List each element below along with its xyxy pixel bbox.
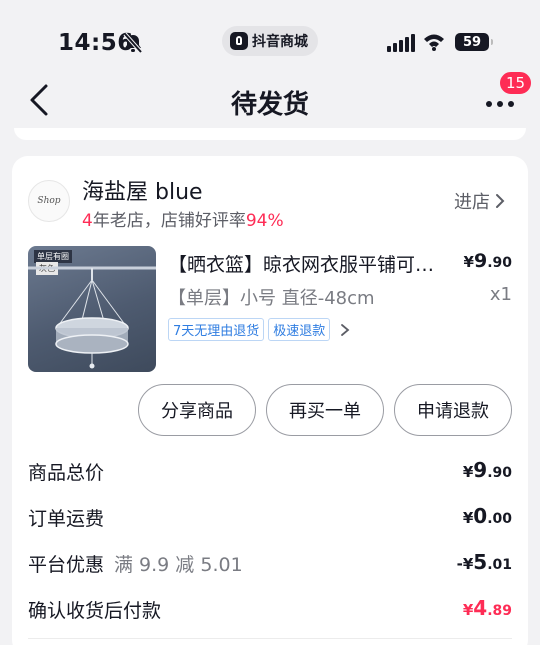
notification-badge: 15 [498, 70, 534, 96]
discount-currency: -¥ [456, 555, 474, 573]
douyin-mall-logo-icon [230, 32, 248, 50]
product-thumbnail[interactable]: 单层有圈 灰色 [28, 246, 156, 372]
page-title: 待发货 [230, 90, 309, 120]
discount-amount: -¥5.01 [457, 550, 512, 574]
shop-avatar-text: Shop [37, 196, 61, 206]
previous-card-edge [14, 128, 526, 140]
shipping-amount: ¥0.00 [463, 504, 512, 528]
battery-indicator: 59 [455, 33, 493, 51]
chevron-right-icon [341, 323, 350, 336]
pay-amount: ¥4.89 [463, 596, 512, 620]
total-amount: ¥9.90 [463, 458, 512, 482]
request-refund-button[interactable]: 申请退款 [394, 384, 512, 436]
product-price-currency: ¥ [463, 253, 474, 271]
bell-off-icon [123, 32, 143, 54]
product-price-int: 9 [473, 250, 488, 272]
wifi-icon [424, 34, 444, 51]
status-bar: 14:56 抖音商城 59 [0, 0, 540, 80]
summary-row-total: 商品总价 ¥9.90 [28, 458, 512, 488]
discount-dec: .01 [487, 557, 512, 573]
discount-label: 平台优惠 [28, 554, 105, 576]
pay-currency: ¥ [462, 601, 474, 619]
battery-level: 59 [462, 34, 482, 50]
product-spec: 【单层】小号 直径-48cm [168, 288, 375, 309]
chevron-right-icon [496, 194, 505, 208]
service-tags[interactable]: 7天无理由退货 极速退款 [168, 318, 352, 341]
product-price: ¥9.90 [464, 250, 512, 272]
shop-name[interactable]: 海盐屋 blue [82, 174, 203, 206]
cellular-signal-icon [387, 34, 415, 52]
tag-fast-refund: 极速退款 [268, 318, 331, 341]
shipping-label: 订单运费 [28, 508, 105, 530]
discount-int: 5 [473, 550, 488, 574]
app-indicator-pill[interactable]: 抖音商城 [222, 26, 318, 56]
summary-row-pay: 确认收货后付款 ¥4.89 [28, 596, 512, 626]
product-title[interactable]: 【晒衣篮】晾衣网衣服平铺可晾晒毛衣 [168, 250, 436, 277]
enter-shop-button[interactable]: 进店 [454, 188, 506, 214]
total-label: 商品总价 [28, 462, 105, 484]
enter-shop-label: 进店 [454, 192, 490, 213]
shop-rating: 94% [245, 211, 284, 231]
pay-int: 4 [473, 596, 488, 620]
discount-condition: 满 9.9 减 5.01 [114, 554, 243, 576]
summary-row-discount: 平台优惠满 9.9 减 5.01 -¥5.01 [28, 550, 512, 580]
shipping-currency: ¥ [462, 509, 474, 527]
shop-avatar[interactable]: Shop [28, 180, 70, 222]
order-card: Shop 海盐屋 blue 4年老店，店铺好评率94% 进店 单层有圈 灰色 【… [12, 156, 528, 645]
pay-dec: .89 [487, 603, 512, 619]
discount-label-group: 平台优惠满 9.9 减 5.01 [28, 550, 243, 577]
tag-7-day-return: 7天无理由退货 [168, 318, 265, 341]
shipping-dec: .00 [487, 511, 512, 527]
shop-years-suffix: 年老店，店铺好评率 [92, 211, 246, 231]
total-currency: ¥ [462, 463, 474, 481]
shop-reputation: 4年老店，店铺好评率94% [82, 206, 284, 231]
summary-row-shipping: 订单运费 ¥0.00 [28, 504, 512, 534]
share-product-button[interactable]: 分享商品 [138, 384, 256, 436]
drying-basket-image [28, 266, 156, 369]
shipping-int: 0 [473, 504, 488, 528]
divider [28, 638, 512, 639]
buy-again-button[interactable]: 再买一单 [266, 384, 384, 436]
shop-years: 4 [82, 211, 93, 231]
product-quantity: x1 [489, 284, 512, 305]
pay-label: 确认收货后付款 [28, 600, 162, 622]
total-int: 9 [473, 458, 488, 482]
product-price-dec: .90 [487, 255, 512, 271]
total-dec: .90 [487, 465, 512, 481]
app-indicator-label: 抖音商城 [252, 34, 308, 50]
nav-bar: 待发货 15 [0, 70, 540, 124]
